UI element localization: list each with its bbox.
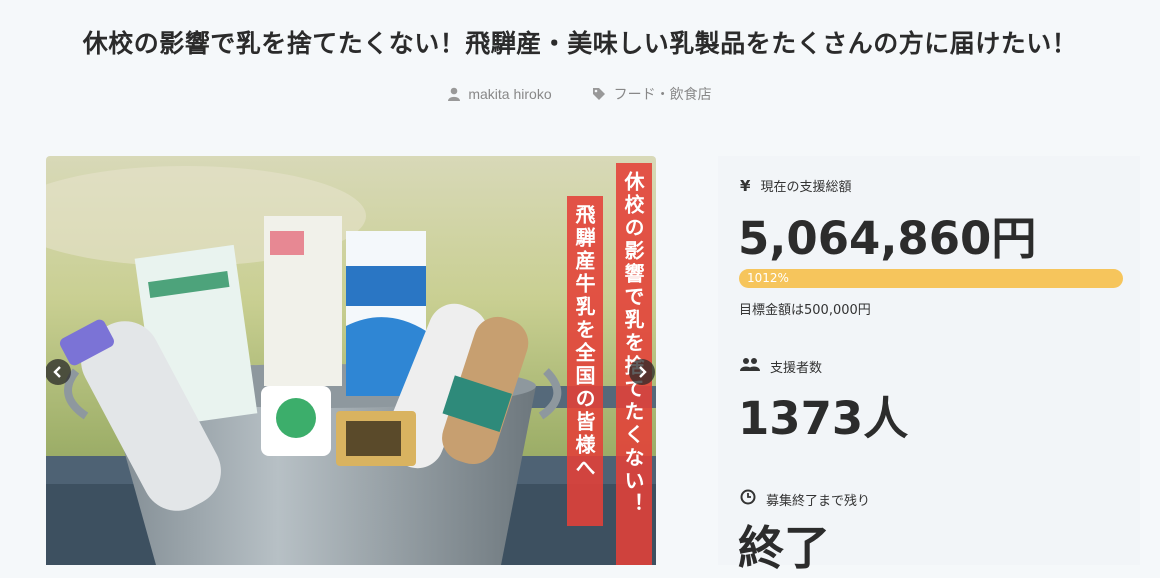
chevron-left-icon [52, 363, 64, 382]
category-name: フード・飲食店 [613, 86, 712, 102]
remaining-label: 募集終了まで残り [766, 493, 871, 509]
author-link[interactable]: makita hiroko [448, 84, 552, 104]
remaining-label-row: 募集終了まで残り [740, 489, 870, 509]
carousel-prev-button[interactable] [46, 359, 71, 385]
total-label: 現在の支援総額 [760, 180, 852, 195]
progress-bar: 1012% [739, 269, 1123, 288]
carousel-next-button[interactable] [629, 359, 655, 385]
goal-amount: 目標金額は500,000円 [739, 303, 871, 318]
project-meta: makita hiroko フード・飲食店 [0, 84, 1160, 104]
backers-count: 1373人 [738, 392, 909, 445]
yen-icon: ¥ [740, 176, 751, 195]
hero-carousel[interactable]: 飛騨産牛乳を全国の皆様へ 休校の影響で乳を捨てたくない！ [46, 156, 656, 565]
progress-fill [739, 269, 1123, 288]
hero-photo [46, 156, 656, 565]
total-amount: 5,064,860円 [738, 212, 1037, 265]
tag-icon [592, 87, 606, 101]
hero-banner-left: 飛騨産牛乳を全国の皆様へ [567, 196, 603, 526]
backers-label-row: 支援者数 [740, 356, 822, 376]
remaining-value: 終了 [738, 521, 830, 575]
chevron-right-icon [636, 363, 648, 382]
progress-percent: 1012% [747, 271, 789, 285]
total-label-row: ¥ 現在の支援総額 [740, 176, 852, 196]
backers-label: 支援者数 [770, 360, 823, 376]
funding-panel: ¥ 現在の支援総額 5,064,860円 1012% 目標金額は500,000円… [718, 156, 1140, 575]
author-name: makita hiroko [468, 86, 552, 102]
project-title: 休校の影響で乳を捨てたくない！飛騨産・美味しい乳製品をたくさんの方に届けたい！ [82, 29, 1078, 58]
users-icon [740, 356, 760, 376]
user-icon [448, 87, 461, 101]
clock-icon [740, 489, 756, 509]
category-link[interactable]: フード・飲食店 [592, 84, 712, 104]
